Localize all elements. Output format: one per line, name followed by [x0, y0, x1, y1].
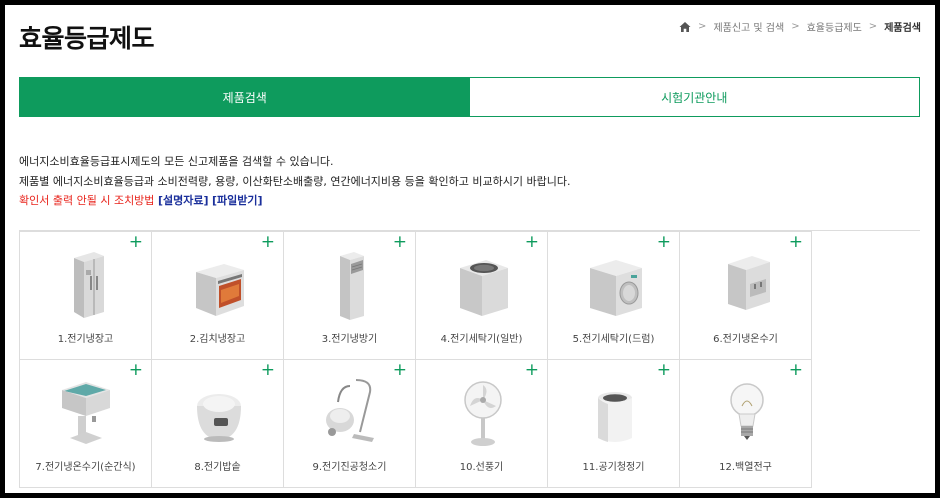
product-card-instant-water-dispenser[interactable]: + 7.전기냉온수기(순간식)	[19, 359, 152, 488]
product-label: 10.선풍기	[459, 462, 504, 473]
plus-icon[interactable]: +	[261, 362, 275, 379]
drum-washer-icon	[590, 260, 642, 316]
plus-icon[interactable]: +	[657, 362, 671, 379]
product-label: 11.공기청정기	[582, 462, 645, 473]
product-card-vacuum-cleaner[interactable]: + 9.전기진공청소기	[283, 359, 416, 488]
plus-icon[interactable]: +	[657, 234, 671, 251]
breadcrumb: > 제품신고 및 검색 > 효율등급제도 > 제품검색	[679, 19, 921, 34]
vacuum-cleaner-icon	[326, 379, 374, 442]
plus-icon[interactable]: +	[789, 362, 803, 379]
refrigerator-icon	[74, 252, 104, 318]
product-card-top-load-washer[interactable]: + 4.전기세탁기(일반)	[415, 231, 548, 360]
instant-water-dispenser-icon	[62, 382, 110, 444]
product-label: 3.전기냉방기	[321, 334, 378, 345]
notice-text: 확인서 출력 안될 시 조치방법	[19, 194, 155, 207]
description-line-1: 에너지소비효율등급표시제도의 모든 신고제품을 검색할 수 있습니다.	[19, 155, 334, 168]
kimchi-refrigerator-icon	[196, 264, 244, 316]
product-label: 1.전기냉장고	[57, 334, 114, 345]
product-card-electric-fan[interactable]: + 10.선풍기	[415, 359, 548, 488]
description-line-2: 제품별 에너지소비효율등급과 소비전력량, 용량, 이산화탄소배출량, 연간에너…	[19, 174, 571, 188]
plus-icon[interactable]: +	[393, 234, 407, 251]
product-card-rice-cooker[interactable]: + 8.전기밥솥	[151, 359, 284, 488]
product-label: 12.백열전구	[719, 462, 772, 473]
tab-bar: 제품검색 시험기관안내	[19, 77, 920, 117]
description: 에너지소비효율등급표시제도의 모든 신고제품을 검색할 수 있습니다. 제품별 …	[19, 152, 570, 211]
home-icon[interactable]	[679, 21, 691, 33]
tab-testing-institutions[interactable]: 시험기관안내	[470, 78, 920, 116]
chevron-right-icon: >	[791, 21, 800, 32]
plus-icon[interactable]: +	[789, 234, 803, 251]
page-title: 효율등급제도	[19, 24, 155, 53]
page-frame: 효율등급제도 > 제품신고 및 검색 > 효율등급제도 > 제품검색 제품검색 …	[5, 5, 935, 493]
guide-link[interactable]: [설명자료]	[158, 194, 209, 207]
product-label: 8.전기밥솥	[194, 462, 241, 473]
product-card-light-bulb[interactable]: + 12.백열전구	[679, 359, 812, 488]
product-card-kimchi-refrigerator[interactable]: + 2.김치냉장고	[151, 231, 284, 360]
air-purifier-icon	[598, 392, 632, 442]
chevron-right-icon: >	[698, 21, 707, 32]
tab-product-search[interactable]: 제품검색	[20, 78, 470, 116]
plus-icon[interactable]: +	[129, 234, 143, 251]
product-card-air-purifier[interactable]: + 11.공기청정기	[547, 359, 680, 488]
plus-icon[interactable]: +	[261, 234, 275, 251]
chevron-right-icon: >	[868, 21, 878, 32]
electric-fan-icon	[464, 381, 502, 446]
air-conditioner-icon	[340, 252, 364, 320]
breadcrumb-item-current: 제품검색	[884, 23, 921, 34]
rice-cooker-icon	[197, 394, 241, 442]
top-load-washer-icon	[460, 260, 508, 316]
download-link[interactable]: [파일받기]	[212, 194, 263, 207]
product-card-drum-washer[interactable]: + 5.전기세탁기(드럼)	[547, 231, 680, 360]
plus-icon[interactable]: +	[393, 362, 407, 379]
light-bulb-icon	[730, 383, 764, 440]
product-label: 4.전기세탁기(일반)	[440, 334, 523, 345]
product-card-air-conditioner[interactable]: + 3.전기냉방기	[283, 231, 416, 360]
product-card-refrigerator[interactable]: + 1.전기냉장고	[19, 231, 152, 360]
product-grid: + 1.전기냉장고 + 2.김치냉장고 + 3.전기냉방기 + 4.전기세탁기(…	[19, 230, 920, 493]
product-label: 2.김치냉장고	[189, 334, 246, 345]
product-label: 5.전기세탁기(드럼)	[572, 334, 655, 345]
plus-icon[interactable]: +	[129, 362, 143, 379]
product-label: 7.전기냉온수기(순간식)	[35, 462, 136, 473]
breadcrumb-item-efficiency[interactable]: 효율등급제도	[807, 19, 862, 34]
product-card-water-dispenser[interactable]: + 6.전기냉온수기	[679, 231, 812, 360]
breadcrumb-item-report[interactable]: 제품신고 및 검색	[713, 19, 784, 34]
water-dispenser-icon	[728, 256, 770, 310]
plus-icon[interactable]: +	[525, 234, 539, 251]
product-label: 6.전기냉온수기	[713, 334, 778, 345]
notice-line: 확인서 출력 안될 시 조치방법 [설명자료] [파일받기]	[19, 191, 570, 211]
plus-icon[interactable]: +	[525, 362, 539, 379]
product-label: 9.전기진공청소기	[312, 462, 387, 473]
